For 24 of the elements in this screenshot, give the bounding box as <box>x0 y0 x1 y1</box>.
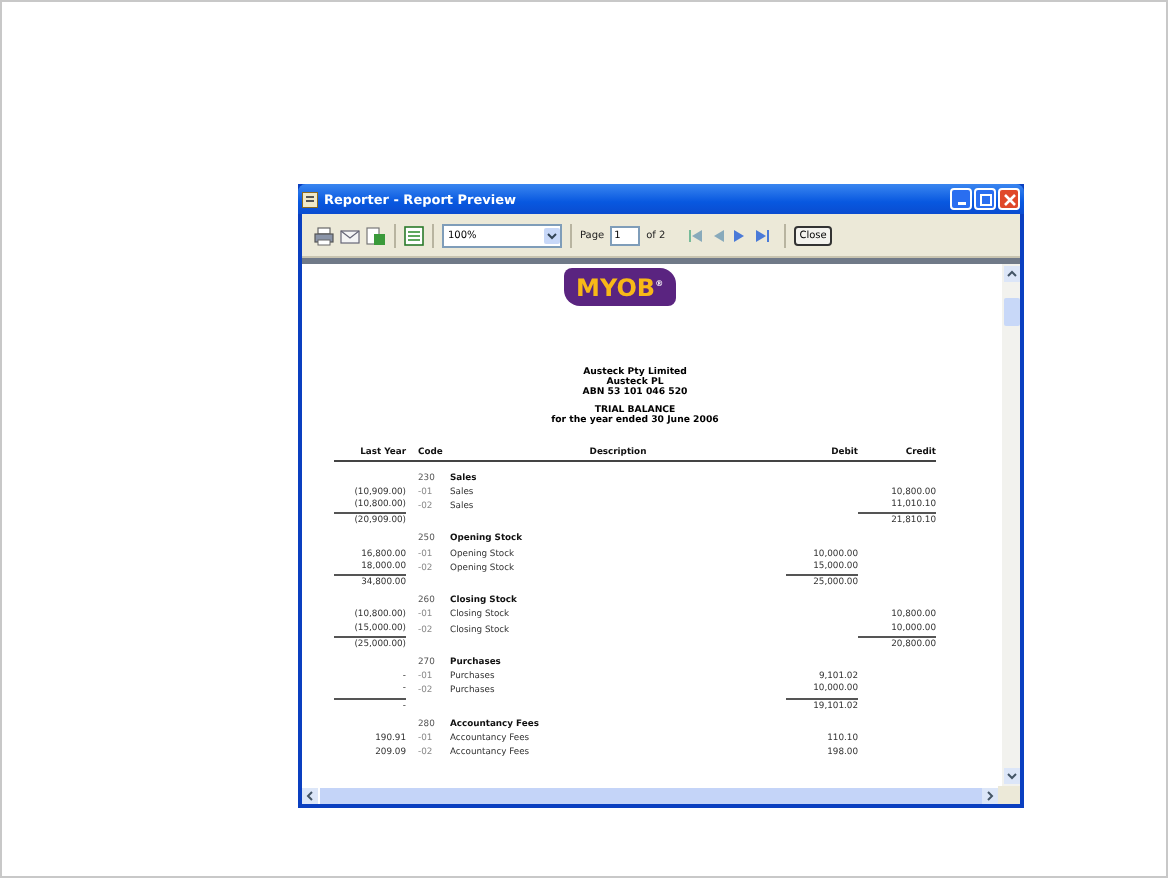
minimize-button[interactable] <box>950 188 972 210</box>
spreadsheet-icon[interactable] <box>404 225 424 245</box>
close-icon <box>1003 193 1015 205</box>
scroll-down-icon <box>1003 768 1019 784</box>
maximize-button[interactable] <box>974 188 996 210</box>
scroll-up-icon <box>1003 266 1019 282</box>
envelope-icon[interactable] <box>340 225 360 245</box>
scrollbar-corner <box>998 786 1020 804</box>
export-icon[interactable] <box>366 225 386 245</box>
vertical-scrollbar[interactable] <box>1002 264 1020 786</box>
first-page-button[interactable] <box>687 227 704 243</box>
scroll-right-icon <box>982 787 998 803</box>
scroll-thumb[interactable] <box>1003 298 1019 326</box>
maximize-icon <box>979 193 991 205</box>
previous-page-button[interactable] <box>709 227 726 243</box>
last-page-button[interactable] <box>753 227 770 243</box>
scroll-thumb[interactable] <box>320 787 982 803</box>
horizontal-scrollbar[interactable] <box>302 786 1020 804</box>
close-button[interactable] <box>998 188 1020 210</box>
app-icon <box>302 191 318 207</box>
next-page-button[interactable] <box>731 227 748 243</box>
printer-icon[interactable] <box>314 225 334 245</box>
scroll-left-icon <box>302 787 318 803</box>
dropdown-arrow-icon <box>544 227 560 243</box>
